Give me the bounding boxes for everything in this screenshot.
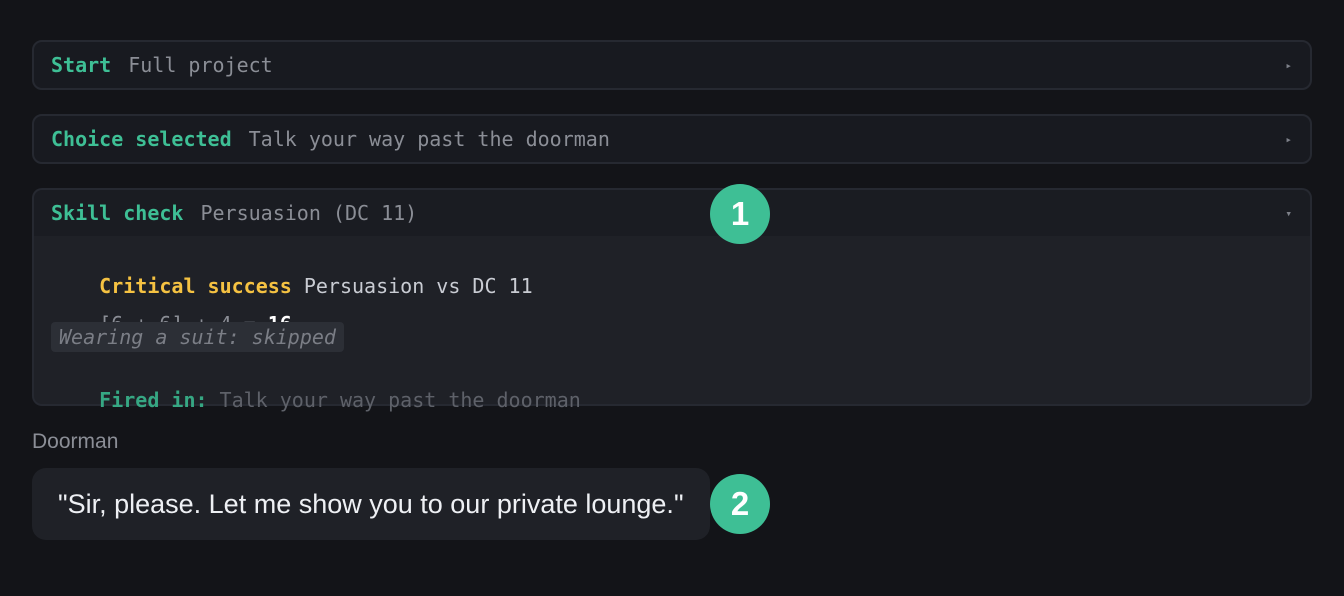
row-type-label: Choice selected <box>51 127 232 151</box>
log-row-start[interactable]: Start Full project ▸ <box>32 40 1312 90</box>
row-type-label: Start <box>51 53 112 77</box>
row-description: Talk your way past the doorman <box>248 127 610 151</box>
row-type-label: Skill check <box>51 201 184 225</box>
row-description: Full project <box>128 53 273 77</box>
chevron-right-icon: ▸ <box>1285 58 1292 72</box>
result-summary: Persuasion vs DC 11 <box>303 274 533 298</box>
fired-in-label: Fired in: <box>99 388 208 412</box>
marker-badge-1: 1 <box>710 184 770 244</box>
speaker-name: Doorman <box>32 430 119 453</box>
marker-badge-2: 2 <box>710 474 770 534</box>
dialogue-bubble: "Sir, please. Let me show you to our pri… <box>32 468 710 540</box>
log-row-choice-selected[interactable]: Choice selected Talk your way past the d… <box>32 114 1312 164</box>
chevron-down-icon: ▾ <box>1285 206 1292 220</box>
modifier-note-badge: Wearing a suit: skipped <box>51 322 344 352</box>
chevron-right-icon: ▸ <box>1285 132 1292 146</box>
log-row-skill-check[interactable]: Skill check Persuasion (DC 11) ▾ <box>32 188 1312 236</box>
skill-check-details-panel: Critical successPersuasion vs DC 11 [6 +… <box>32 236 1312 412</box>
fired-in-line: Fired in: Talk your way past the doorman <box>51 364 581 436</box>
fired-in-value: Talk your way past the doorman <box>219 388 581 412</box>
row-description: Persuasion (DC 11) <box>200 201 418 225</box>
